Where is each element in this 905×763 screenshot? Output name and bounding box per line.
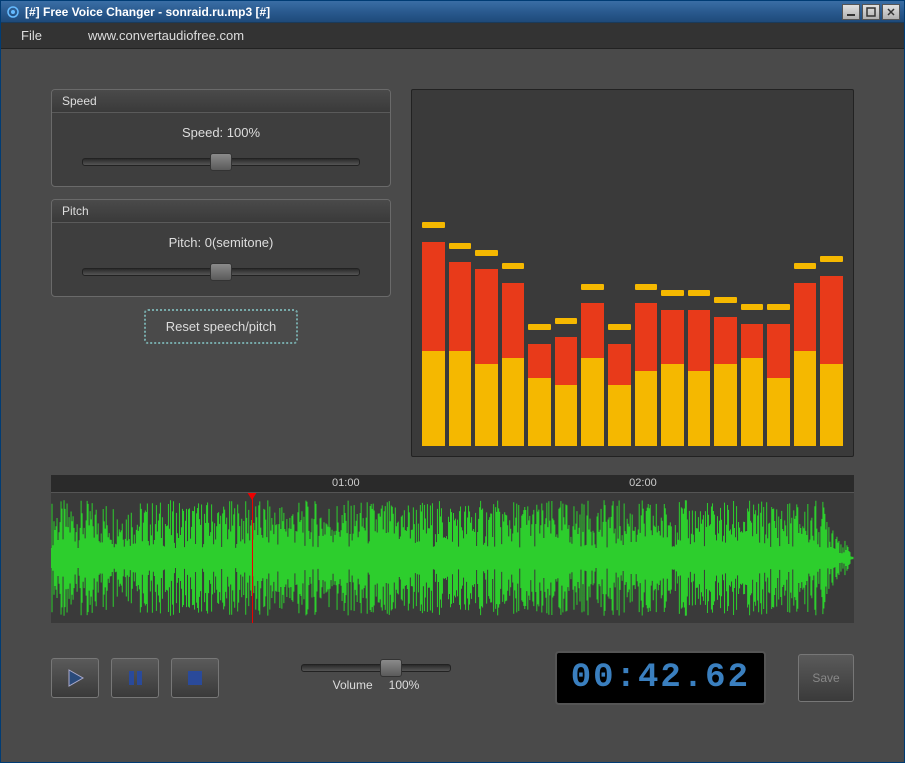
app-window: [#] Free Voice Changer - sonraid.ru.mp3 … [0,0,905,763]
pause-button[interactable] [111,658,159,698]
menu-file[interactable]: File [13,24,50,47]
stop-button[interactable] [171,658,219,698]
spectrum-bar [688,310,711,446]
menu-url[interactable]: www.convertaudiofree.com [80,24,252,47]
pitch-panel: Pitch Pitch: 0(semitone) [51,199,391,297]
spectrum-bar [555,337,578,446]
playhead-marker-icon [247,493,257,500]
volume-label: Volume [333,678,373,692]
minimize-button[interactable] [842,4,860,20]
timeline-ruler[interactable]: 01:00 02:00 [51,475,854,493]
pitch-slider-thumb[interactable] [210,263,232,281]
speed-header: Speed [52,90,390,113]
spectrum-bar [661,310,684,446]
pitch-label: Pitch: 0(semitone) [72,235,370,250]
volume-slider[interactable] [301,664,451,672]
pitch-header: Pitch [52,200,390,223]
playhead[interactable] [252,493,253,623]
close-button[interactable] [882,4,900,20]
spectrum-bar [502,283,525,446]
window-title: [#] Free Voice Changer - sonraid.ru.mp3 … [25,5,842,19]
spectrum-visualizer [411,89,854,457]
titlebar: [#] Free Voice Changer - sonraid.ru.mp3 … [1,1,904,23]
speed-slider[interactable] [82,158,360,166]
spectrum-bar [767,324,790,446]
spectrum-bar [794,283,817,446]
volume-slider-thumb[interactable] [380,659,402,677]
save-button[interactable]: Save [798,654,854,702]
timeline-mark: 01:00 [332,477,360,489]
spectrum-bar [820,276,843,446]
speed-slider-thumb[interactable] [210,153,232,171]
spectrum-bar [475,269,498,446]
spectrum-bar [608,344,631,446]
spectrum-bar [741,324,764,446]
timeline-mark: 02:00 [629,477,657,489]
spectrum-bar [422,242,445,446]
spectrum-bar [635,303,658,446]
reset-button[interactable]: Reset speech/pitch [144,309,299,344]
maximize-button[interactable] [862,4,880,20]
spectrum-bar [581,303,604,446]
spectrum-bar [714,317,737,446]
spectrum-bar [528,344,551,446]
play-button[interactable] [51,658,99,698]
app-icon [5,4,21,20]
menubar: File www.convertaudiofree.com [1,23,904,49]
volume-value: 100% [389,678,420,692]
speed-label: Speed: 100% [72,125,370,140]
pitch-slider[interactable] [82,268,360,276]
spectrum-bar [449,262,472,446]
waveform-display[interactable] [51,493,854,623]
speed-panel: Speed Speed: 100% [51,89,391,187]
time-display: 00:42.62 [555,651,766,705]
